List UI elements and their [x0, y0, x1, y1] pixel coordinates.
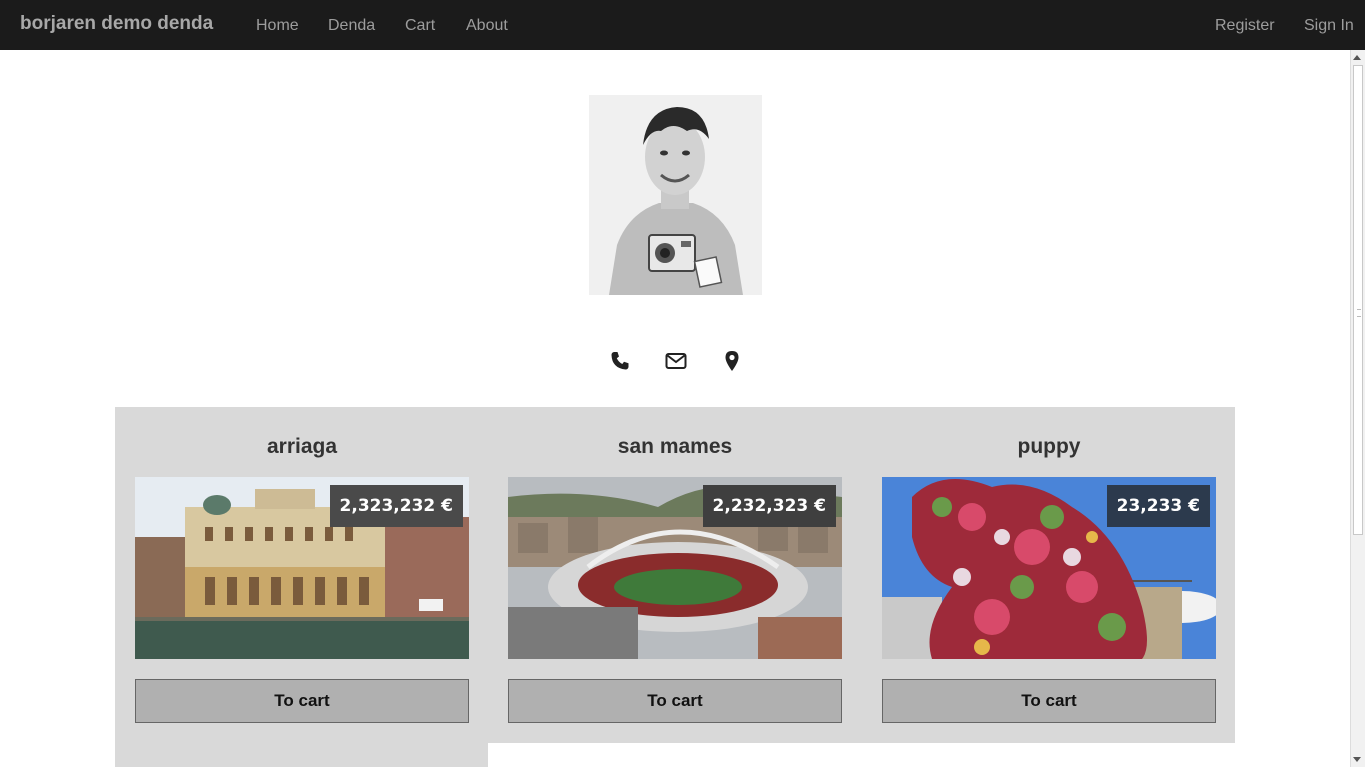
scroll-up-arrow-icon[interactable]	[1353, 55, 1361, 60]
to-cart-button-arriaga[interactable]: To cart	[135, 679, 469, 723]
to-cart-button-san-mames[interactable]: To cart	[508, 679, 842, 723]
product-image-san-mames[interactable]: 2,232,323 €	[508, 477, 842, 659]
product-card-puppy: puppy 23,233 € To cart	[882, 407, 1216, 743]
scroll-down-arrow-icon[interactable]	[1353, 757, 1361, 762]
product-image-arriaga[interactable]: 2,323,232 €	[135, 477, 469, 659]
product-card-san-mames: san mames 2,232,323 € To cart	[508, 407, 842, 743]
price-badge: 2,232,323 €	[702, 485, 836, 527]
phone-icon[interactable]	[609, 350, 631, 372]
price-badge: 23,233 €	[1106, 485, 1210, 527]
navbar: borjaren demo denda Home Denda Cart Abou…	[0, 0, 1365, 50]
product-title: san mames	[617, 435, 733, 458]
scroll-thumb[interactable]	[1353, 65, 1363, 535]
product-title: arriaga	[266, 435, 338, 458]
brand-link[interactable]: borjaren demo denda	[20, 0, 213, 50]
nav-link-register[interactable]: Register	[1215, 0, 1275, 50]
nav-link-sign-in[interactable]: Sign In	[1304, 0, 1354, 50]
price-badge: 2,323,232 €	[329, 485, 463, 527]
scroll-grip	[1357, 309, 1361, 317]
to-cart-button-puppy[interactable]: To cart	[882, 679, 1216, 723]
product-image-puppy[interactable]: 23,233 €	[882, 477, 1216, 659]
nav-link-cart[interactable]: Cart	[405, 0, 435, 50]
nav-link-about[interactable]: About	[466, 0, 508, 50]
nav-link-denda[interactable]: Denda	[328, 0, 375, 50]
product-title: puppy	[1017, 435, 1081, 458]
vertical-scrollbar[interactable]	[1350, 50, 1365, 767]
envelope-icon[interactable]	[665, 350, 687, 372]
profile-photo	[589, 95, 762, 295]
product-card-arriaga: arriaga 2,323,232 € To cart	[135, 407, 469, 743]
products-panel-extension	[115, 743, 488, 767]
map-marker-icon[interactable]	[721, 350, 743, 372]
profile-photo-image	[589, 95, 762, 295]
nav-link-home[interactable]: Home	[256, 0, 299, 50]
